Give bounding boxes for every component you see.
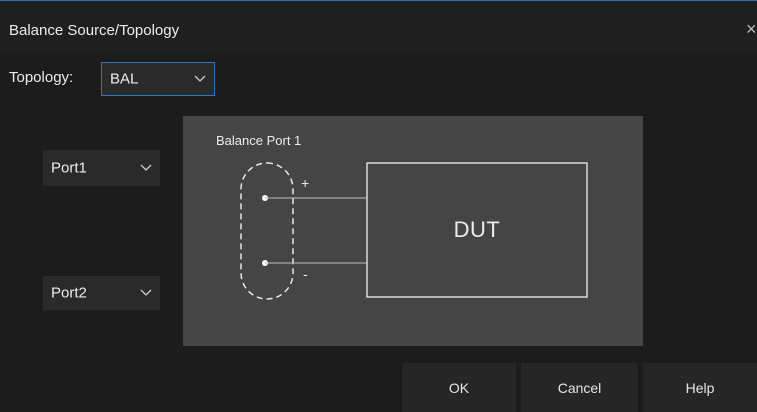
balance-topology-dialog: Balance Source/Topology × Topology: BAL … xyxy=(0,0,757,412)
close-icon[interactable]: × xyxy=(746,19,757,39)
port2-select[interactable]: Port2 xyxy=(43,276,160,310)
negative-sign: - xyxy=(303,266,308,282)
cancel-button[interactable]: Cancel xyxy=(521,363,638,412)
dialog-title: Balance Source/Topology xyxy=(9,22,180,39)
chevron-down-icon xyxy=(140,289,152,296)
port1-select-value: Port1 xyxy=(51,159,87,177)
positive-sign: + xyxy=(301,175,310,191)
chevron-down-icon xyxy=(194,75,206,82)
help-button[interactable]: Help xyxy=(643,363,757,412)
ok-button[interactable]: OK xyxy=(402,363,516,412)
balanced-port-outline xyxy=(240,162,294,300)
chevron-down-icon xyxy=(140,164,152,171)
dut-label: DUT xyxy=(453,217,501,242)
topology-label: Topology: xyxy=(9,69,74,86)
topology-select[interactable]: BAL xyxy=(101,62,215,96)
title-bar: Balance Source/Topology × xyxy=(0,0,757,53)
port2-select-value: Port2 xyxy=(51,284,87,302)
topology-select-value: BAL xyxy=(110,70,139,88)
port1-select[interactable]: Port1 xyxy=(43,150,160,186)
balance-port-diagram: Balance Port 1 + - DUT xyxy=(183,116,643,346)
